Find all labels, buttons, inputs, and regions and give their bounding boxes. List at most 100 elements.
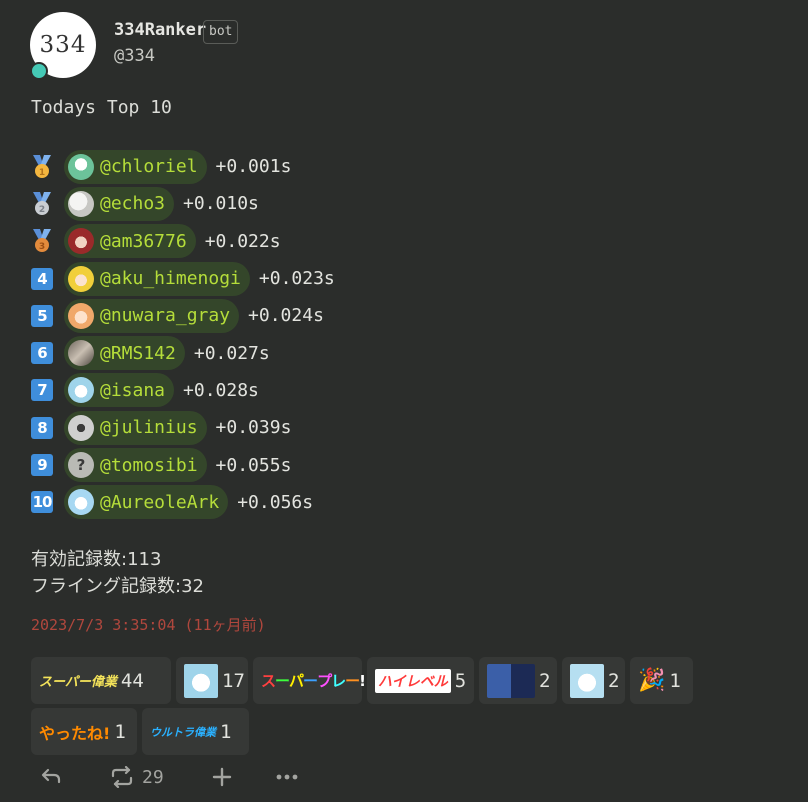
author-display-name[interactable]: 334Ranker (114, 20, 206, 40)
reaction-list: スーパー偉業 44 17 スーパープレー! 14 ハイレベル 5 2 (31, 657, 791, 755)
super-feat-emoji: スーパー偉業 (39, 675, 117, 690)
mention-username: @isana (100, 379, 166, 401)
rank-number: 6 (31, 342, 53, 365)
mention-username: @RMS142 (100, 342, 176, 364)
time-diff: +0.024s (248, 305, 324, 327)
time-diff: +0.010s (183, 193, 259, 215)
time-diff: +0.022s (204, 230, 281, 252)
more-button[interactable] (276, 773, 298, 781)
flying-record-count: フライング記録数:32 (31, 576, 204, 597)
reaction-count: 1 (669, 669, 681, 692)
bronze-medal-icon: 3 (31, 229, 53, 253)
rank-keycap: 5 (31, 304, 53, 327)
reaction-super-play[interactable]: スーパープレー! 14 (253, 657, 392, 704)
ranking-row: 3 @am36776 +0.022s (31, 223, 431, 260)
rank-keycap: 8 (31, 416, 53, 439)
rank-number: 4 (31, 267, 53, 290)
ranking-row: 10 @AureoleArk +0.056s (31, 484, 431, 521)
reaction-count: 2 (539, 669, 551, 692)
mention-username: @am36776 (100, 230, 187, 252)
reply-button[interactable] (40, 767, 110, 787)
reaction-dual-character[interactable]: 2 (479, 657, 557, 704)
reaction-character-emoji[interactable]: 17 (176, 657, 248, 704)
reaction-ultra-feat[interactable]: ウルトラ偉業 1 (142, 708, 249, 755)
time-diff: +0.055s (215, 454, 292, 476)
bot-badge: bot (203, 20, 239, 44)
reaction-count: 2 (608, 669, 620, 692)
mention-link[interactable]: @RMS142 (64, 336, 185, 371)
renote-icon (111, 766, 133, 788)
user-avatar (68, 228, 94, 255)
ranking-row: 2 @echo3 +0.010s (31, 185, 431, 222)
ranking-row: 9 ? @tomosibi +0.055s (31, 446, 431, 483)
mention-link[interactable]: ? @tomosibi (64, 448, 207, 483)
mention-link[interactable]: @aku_himenogi (64, 261, 250, 296)
reaction-count: 17 (222, 669, 245, 692)
plus-icon (212, 767, 232, 787)
mention-link[interactable]: @isana (64, 373, 175, 408)
time-diff: +0.056s (237, 491, 314, 513)
ranking-row: 7 @isana +0.028s (31, 372, 431, 409)
reaction-count: 44 (120, 669, 144, 692)
ranking-list: 1 @chloriel +0.001s 2 @echo3 +0.010s 3 @… (31, 148, 431, 521)
reaction-count: 1 (220, 720, 232, 743)
mention-username: @tomosibi (100, 454, 198, 476)
user-avatar (68, 302, 94, 329)
reaction-super-feat[interactable]: スーパー偉業 44 (31, 657, 171, 704)
svg-text:2: 2 (39, 205, 45, 215)
reaction-high-level[interactable]: ハイレベル 5 (367, 657, 474, 704)
avatar-text: 334 (39, 32, 87, 58)
mention-link[interactable]: @nuwara_gray (64, 298, 240, 333)
add-reaction-button[interactable] (212, 767, 276, 787)
character-emoji-icon (184, 663, 218, 698)
user-avatar (68, 265, 94, 292)
rank-keycap: 4 (31, 267, 53, 290)
rank-keycap: 6 (31, 342, 53, 365)
rank-number: 7 (31, 379, 53, 402)
svg-text:3: 3 (39, 242, 45, 252)
svg-text:1: 1 (39, 168, 45, 178)
mention-username: @AureoleArk (100, 491, 220, 513)
author-username[interactable]: @334 (114, 46, 155, 66)
mention-username: @echo3 (100, 193, 166, 215)
user-avatar (68, 190, 94, 217)
time-diff: +0.023s (258, 268, 335, 290)
reaction-party-popper[interactable]: 🎉 1 (630, 657, 693, 704)
ranking-row: 5 @nuwara_gray +0.024s (31, 297, 431, 334)
renote-button[interactable]: 29 (110, 766, 212, 788)
rank-keycap: 10 (31, 491, 53, 514)
online-status-indicator (30, 62, 48, 80)
mention-link[interactable]: @AureoleArk (64, 485, 229, 520)
mention-link[interactable]: @echo3 (64, 186, 175, 221)
party-popper-icon: 🎉 (638, 668, 666, 693)
yatta-emoji: やったね! (39, 723, 111, 743)
high-level-emoji: ハイレベル (375, 668, 451, 693)
valid-record-count: 有効記録数:113 (31, 549, 162, 570)
mention-link[interactable]: @am36776 (64, 224, 196, 259)
gold-medal-icon: 1 (31, 154, 53, 178)
more-options-icon (276, 774, 298, 780)
mention-link[interactable]: @julinius (64, 410, 207, 445)
note-actions: 29 (40, 766, 298, 788)
rank-number: 10 (31, 491, 53, 514)
note-title: Todays Top 10 (31, 97, 172, 118)
mention-username: @nuwara_gray (100, 305, 231, 327)
rank-keycap: 9 (31, 454, 53, 477)
user-avatar (68, 414, 94, 441)
stats-block: 有効記録数:113 フライング記録数:32 (31, 546, 204, 600)
ranking-row: 4 @aku_himenogi +0.023s (31, 260, 431, 297)
rank-keycap: 7 (31, 379, 53, 402)
reaction-yatta[interactable]: やったね! 1 (31, 708, 137, 755)
silver-medal-icon: 2 (31, 191, 53, 215)
time-diff: +0.028s (183, 379, 259, 401)
super-play-emoji: スーパープレー! (261, 671, 366, 691)
reaction-portrait[interactable]: 2 (562, 657, 625, 704)
time-diff: +0.039s (215, 417, 292, 439)
note-timestamp[interactable]: 2023/7/3 3:35:04 (11ヶ月前) (31, 614, 266, 635)
mention-link[interactable]: @chloriel (64, 149, 207, 184)
portrait-emoji-icon (570, 663, 604, 698)
reaction-count: 5 (454, 669, 467, 692)
renote-count: 29 (142, 766, 164, 788)
rank-number: 9 (31, 454, 53, 477)
reply-icon (41, 768, 61, 784)
